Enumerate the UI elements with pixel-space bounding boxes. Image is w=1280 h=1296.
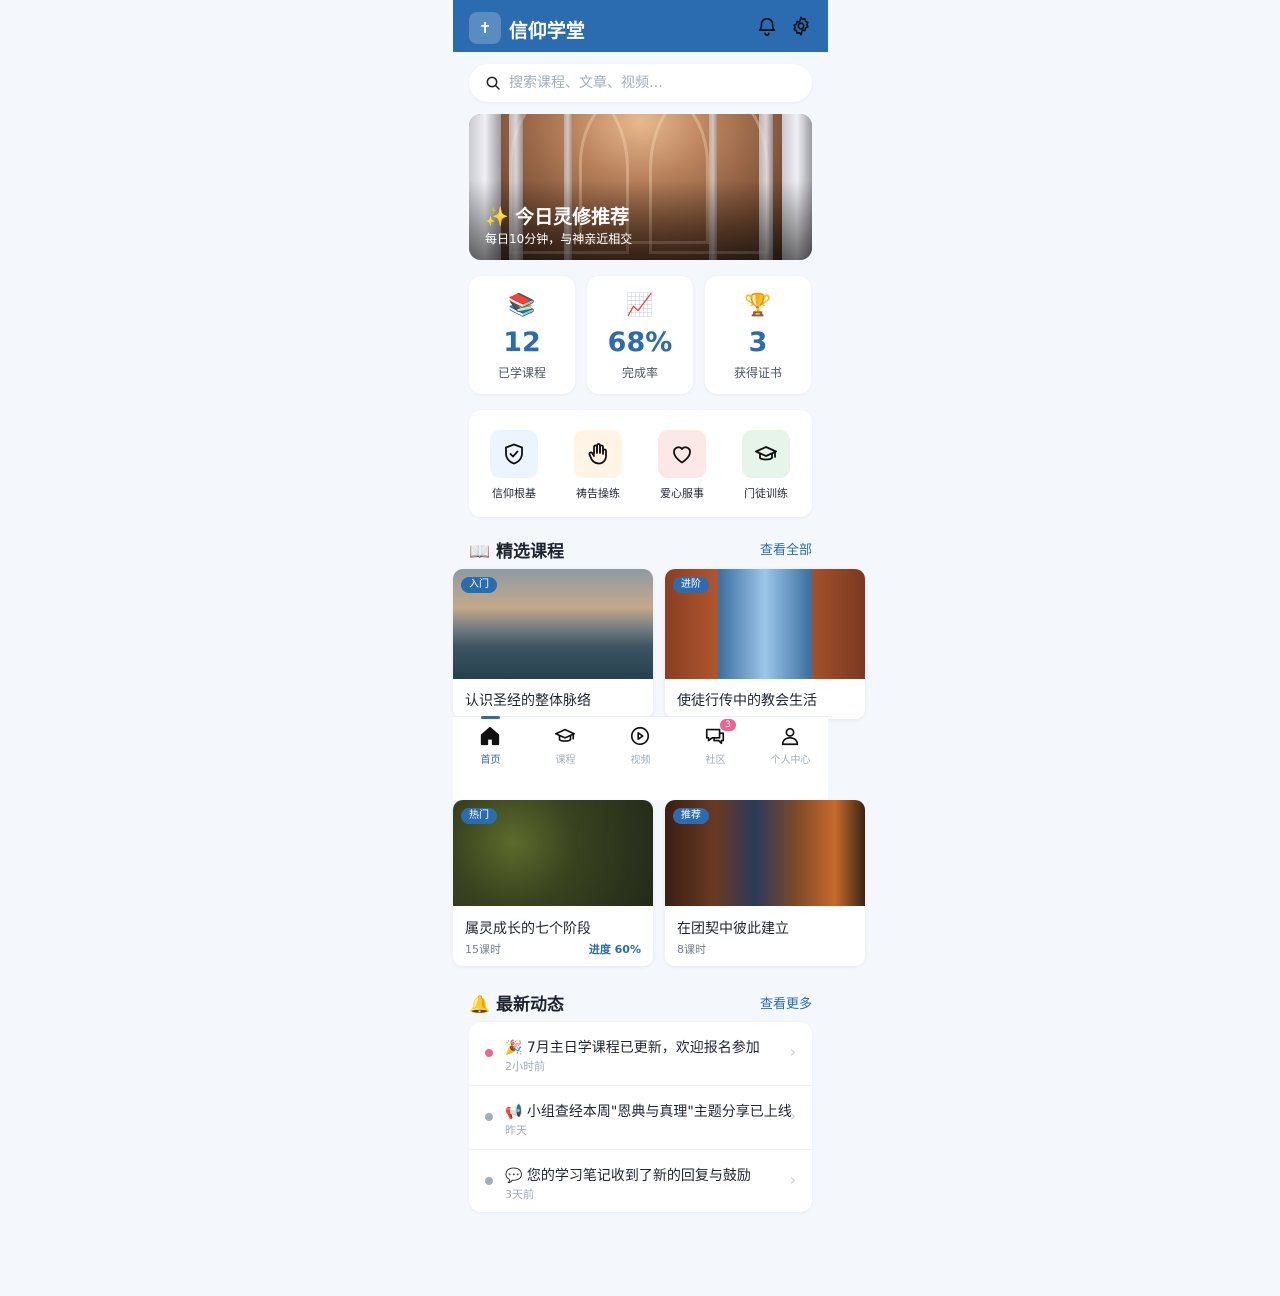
home-icon xyxy=(480,726,500,746)
quick-action-label: 信仰根基 xyxy=(492,487,536,500)
nav-home[interactable]: 首页 xyxy=(453,716,528,777)
app-logo: ✝ xyxy=(469,12,501,44)
graduation-cap-icon xyxy=(555,728,575,742)
activity-text: 💬 您的学习笔记收到了新的回复与鼓励 xyxy=(505,1168,751,1184)
banner-title: ✨ 今日灵修推荐 xyxy=(485,206,630,228)
app-screen: ✝ 信仰学堂 ✨ 今日灵修推荐 每日10分 xyxy=(453,0,865,1296)
hand-icon xyxy=(588,443,607,465)
course-card[interactable]: 进阶 使徒行传中的教会生活 xyxy=(665,569,865,719)
chevron-right-icon: › xyxy=(789,1106,796,1125)
stat-value: 68% xyxy=(607,327,673,358)
stat-label: 已学课程 xyxy=(497,366,546,380)
books-icon: 📚 xyxy=(508,293,536,318)
quick-action-box xyxy=(574,430,622,478)
stat-value: 12 xyxy=(503,327,541,358)
quick-action-prayer[interactable]: 祷告操练 xyxy=(568,430,628,501)
course-progress: 进度 60% xyxy=(588,943,641,956)
course-tag: 入门 xyxy=(461,577,497,593)
quick-actions: 信仰根基 祷告操练 爱心服事 门徒训练 xyxy=(469,410,812,517)
quick-action-label: 门徒训练 xyxy=(744,487,788,500)
graduation-cap-icon xyxy=(755,446,777,461)
bell-icon xyxy=(758,17,776,36)
course-meta: 8课时 xyxy=(677,943,706,956)
activity-list: 🎉 7月主日学课程已更新，欢迎报名参加 2小时前 › 📢 小组查经本周"恩典与真… xyxy=(469,1022,812,1212)
nav-courses[interactable]: 课程 xyxy=(528,717,603,777)
activity-section-title: 🔔 最新动态 xyxy=(469,995,565,1015)
activity-item[interactable]: 📢 小组查经本周"恩典与真理"主题分享已上线 昨天 › xyxy=(469,1085,812,1148)
banner-subtitle: 每日10分钟，与神亲近相交 xyxy=(485,232,633,246)
nav-label: 社区 xyxy=(705,755,726,766)
trophy-icon: 🏆 xyxy=(744,293,772,318)
course-card[interactable]: 推荐 在团契中彼此建立 8课时 xyxy=(665,800,865,966)
quick-action-label: 爱心服事 xyxy=(660,487,704,500)
search-icon xyxy=(486,76,500,90)
nav-label: 视频 xyxy=(630,755,651,766)
activity-time: 3天前 xyxy=(505,1188,534,1201)
settings-button[interactable] xyxy=(790,15,812,37)
notification-badge: 3 xyxy=(720,719,736,731)
read-dot xyxy=(485,1177,493,1185)
course-tag: 进阶 xyxy=(673,577,709,593)
stat-certificates: 🏆 3 获得证书 xyxy=(705,276,811,394)
stat-label: 完成率 xyxy=(621,366,658,380)
stat-completion: 📈 68% 完成率 xyxy=(587,276,693,394)
quick-action-foundation[interactable]: 信仰根基 xyxy=(484,430,544,501)
course-title: 属灵成长的七个阶段 xyxy=(465,921,591,937)
stat-value: 3 xyxy=(748,327,768,358)
stat-label: 获得证书 xyxy=(733,366,782,380)
chevron-right-icon: › xyxy=(789,1042,796,1061)
nav-videos[interactable]: 视频 xyxy=(603,717,678,777)
course-card[interactable]: 入门 认识圣经的整体脉络 xyxy=(453,569,653,719)
activity-item[interactable]: 💬 您的学习笔记收到了新的回复与鼓励 3天前 › xyxy=(469,1149,812,1212)
course-tag: 热门 xyxy=(461,808,497,824)
activity-time: 昨天 xyxy=(505,1124,527,1137)
nav-label: 首页 xyxy=(480,755,501,766)
quick-action-label: 祷告操练 xyxy=(576,487,620,500)
unread-dot xyxy=(485,1049,493,1057)
gear-icon xyxy=(793,16,809,36)
active-indicator xyxy=(481,716,500,719)
notifications-button[interactable] xyxy=(756,15,778,37)
search-input[interactable] xyxy=(509,64,799,102)
user-icon xyxy=(781,727,799,746)
quick-action-box xyxy=(490,430,538,478)
activity-item[interactable]: 🎉 7月主日学课程已更新，欢迎报名参加 2小时前 › xyxy=(469,1022,812,1085)
activity-text: 🎉 7月主日学课程已更新，欢迎报名参加 xyxy=(505,1040,760,1056)
top-header: ✝ 信仰学堂 xyxy=(453,0,828,52)
activity-text: 📢 小组查经本周"恩典与真理"主题分享已上线 xyxy=(505,1104,792,1120)
chevron-right-icon: › xyxy=(789,1170,796,1189)
chart-icon: 📈 xyxy=(626,293,654,318)
course-title: 在团契中彼此建立 xyxy=(677,921,789,937)
course-meta: 15课时 xyxy=(465,943,501,956)
quick-action-discipleship[interactable]: 门徒训练 xyxy=(736,430,796,501)
app-title: 信仰学堂 xyxy=(509,20,586,42)
nav-profile[interactable]: 个人中心 xyxy=(753,717,828,777)
nav-community[interactable]: 3 社区 xyxy=(678,717,753,777)
course-title: 使徒行传中的教会生活 xyxy=(677,693,817,709)
read-dot xyxy=(485,1113,493,1121)
quick-action-box xyxy=(742,430,790,478)
shield-check-icon xyxy=(505,443,523,465)
course-title: 认识圣经的整体脉络 xyxy=(465,693,591,709)
quick-action-service[interactable]: 爱心服事 xyxy=(652,430,712,501)
activity-time: 2小时前 xyxy=(505,1060,545,1073)
quick-action-box xyxy=(658,430,706,478)
search-bar xyxy=(469,64,812,102)
heart-icon xyxy=(673,446,691,464)
featured-section-title: 📖 精选课程 xyxy=(469,542,565,562)
course-tag: 推荐 xyxy=(673,808,709,824)
devotion-banner[interactable]: ✨ 今日灵修推荐 每日10分钟，与神亲近相交 xyxy=(469,114,812,260)
stat-courses: 📚 12 已学课程 xyxy=(469,276,575,394)
bottom-navigation: 首页 课程 视频 3 社区 个人中心 xyxy=(453,716,828,800)
nav-label: 课程 xyxy=(555,755,576,766)
course-card[interactable]: 热门 属灵成长的七个阶段 15课时 进度 60% xyxy=(453,800,653,966)
play-icon xyxy=(630,726,650,746)
nav-label: 个人中心 xyxy=(770,755,811,766)
featured-see-all-link[interactable]: 查看全部 xyxy=(760,539,812,558)
activity-see-more-link[interactable]: 查看更多 xyxy=(760,993,812,1012)
